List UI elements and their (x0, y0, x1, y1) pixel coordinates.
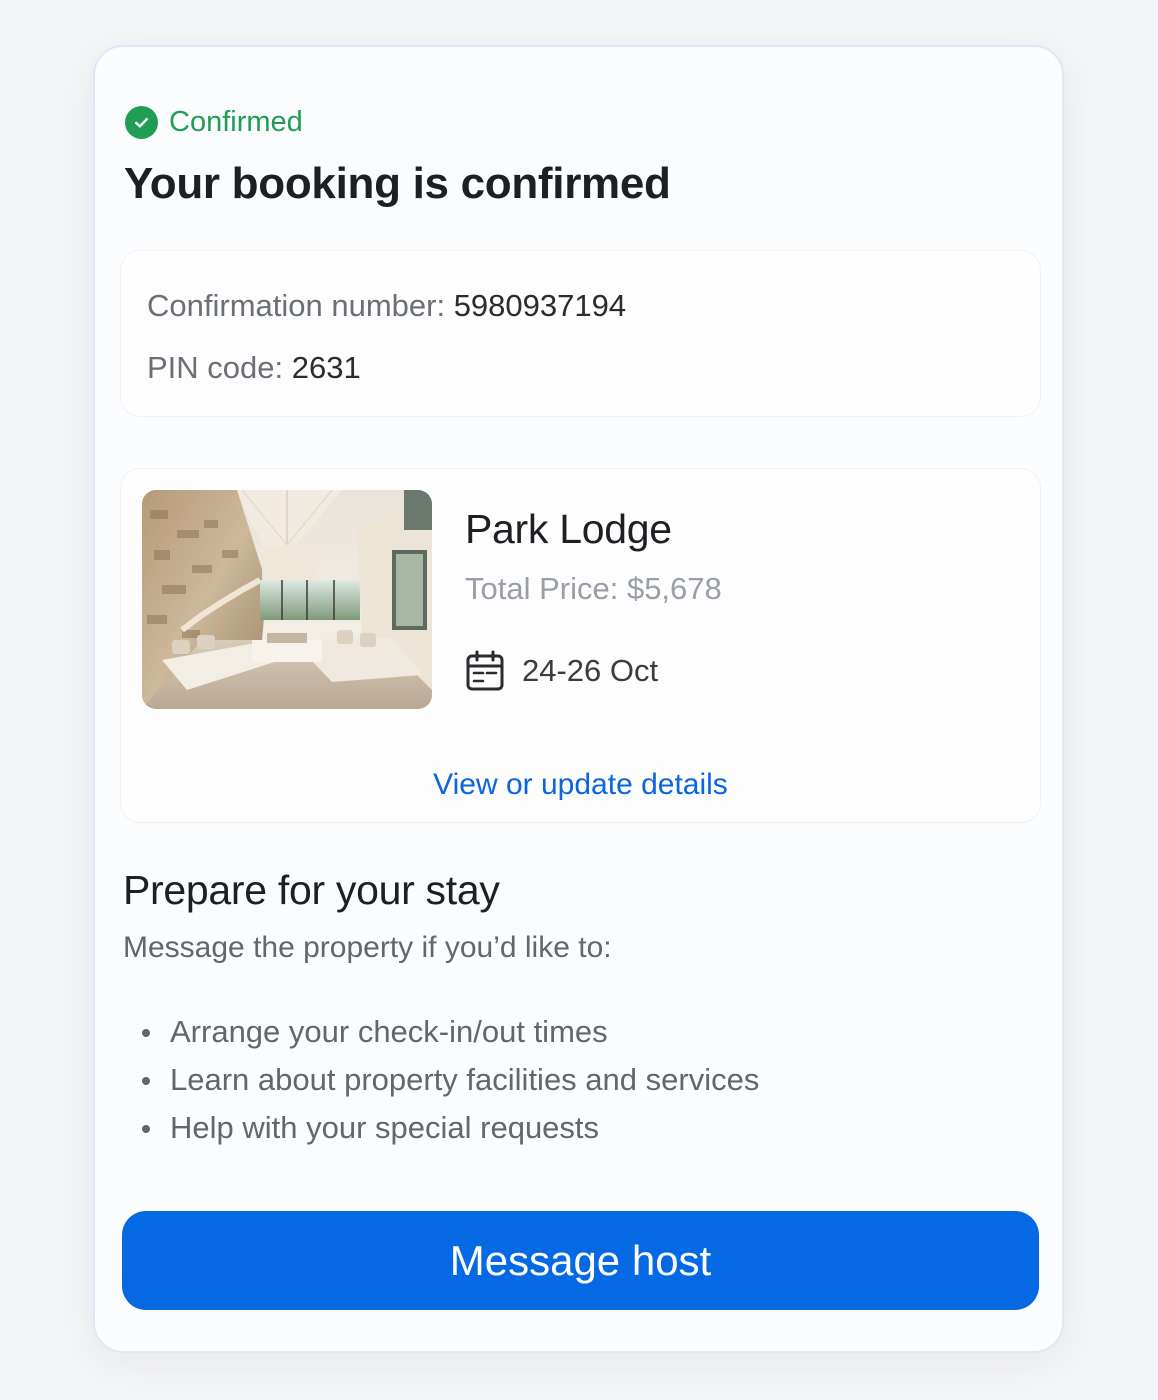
stay-dates-text: 24-26 Oct (522, 653, 659, 688)
confirmation-details: Confirmation number: 5980937194 PIN code… (120, 250, 1041, 417)
booking-confirmation-card: Confirmed Your booking is confirmed Conf… (93, 45, 1064, 1353)
message-host-button[interactable]: Message host (122, 1211, 1039, 1310)
property-card: Park Lodge Total Price: $5,678 24-26 Oct… (120, 468, 1041, 823)
prepare-tips-list: Arrange your check-in/out times Learn ab… (123, 1008, 759, 1152)
prepare-section-title: Prepare for your stay (123, 867, 500, 913)
confirmation-number-label: Confirmation number: (147, 288, 454, 323)
property-photo (142, 490, 432, 709)
view-update-details-link[interactable]: View or update details (121, 767, 1040, 803)
pin-code-row: PIN code: 2631 (147, 348, 361, 388)
status-badge: Confirmed (125, 104, 303, 140)
prepare-section-subtitle: Message the property if you’d like to: (123, 931, 612, 964)
pin-code-value: 2631 (291, 350, 361, 385)
pin-code-label: PIN code: (147, 350, 292, 385)
list-item: Arrange your check-in/out times (123, 1008, 759, 1056)
list-item: Learn about property facilities and serv… (123, 1056, 759, 1104)
property-total-price: Total Price: $5,678 (465, 571, 722, 606)
stay-dates: 24-26 Oct (465, 649, 658, 693)
check-circle-icon (125, 105, 158, 139)
confirmation-number-value: 5980937194 (453, 288, 627, 323)
calendar-icon (465, 650, 505, 692)
status-label: Confirmed (169, 106, 303, 138)
page-title: Your booking is confirmed (124, 159, 671, 208)
property-name: Park Lodge (465, 506, 672, 552)
list-item: Help with your special requests (123, 1104, 759, 1152)
confirmation-number-row: Confirmation number: 5980937194 (147, 286, 626, 326)
